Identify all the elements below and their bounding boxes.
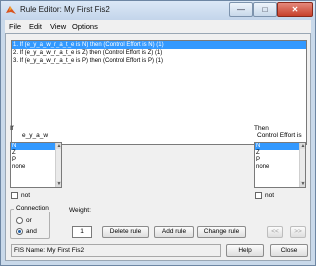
if-list-scrollbar[interactable]: ▲ ▼ bbox=[55, 143, 61, 187]
weight-input[interactable]: 1 bbox=[72, 226, 92, 238]
rule-editor-panel: 1. If (e_y_a_w_r_a_t_e is N) then (Contr… bbox=[5, 33, 311, 261]
then-not-label: not bbox=[265, 192, 275, 199]
then-membership-list[interactable]: N Z P none ▲ ▼ bbox=[254, 142, 306, 188]
menu-options[interactable]: Options bbox=[72, 22, 98, 31]
next-rule-button[interactable]: >> bbox=[290, 226, 306, 238]
rule-item[interactable]: 3. If (e_y_a_w_r_a_t_e is P) then (Contr… bbox=[12, 57, 306, 65]
then-option-p[interactable]: P bbox=[255, 157, 305, 164]
window-title: Rule Editor: My First Fis2 bbox=[20, 5, 110, 14]
or-radio[interactable] bbox=[16, 217, 23, 224]
scroll-up-icon[interactable]: ▲ bbox=[300, 143, 305, 149]
menu-edit[interactable]: Edit bbox=[29, 22, 42, 31]
if-option-none[interactable]: none bbox=[11, 164, 61, 171]
add-rule-button[interactable]: Add rule bbox=[154, 226, 194, 238]
then-option-none[interactable]: none bbox=[255, 164, 305, 171]
if-membership-list[interactable]: N Z P none ▲ ▼ bbox=[10, 142, 62, 188]
if-variable-label: e_y_a_w bbox=[22, 132, 49, 139]
minimize-button[interactable]: — bbox=[229, 2, 253, 17]
change-rule-button[interactable]: Change rule bbox=[197, 226, 246, 238]
help-button[interactable]: Help bbox=[226, 244, 264, 257]
weight-label: Weight: bbox=[69, 207, 91, 214]
scroll-down-icon[interactable]: ▼ bbox=[56, 181, 61, 187]
scroll-up-icon[interactable]: ▲ bbox=[56, 143, 61, 149]
menu-file[interactable]: File bbox=[9, 22, 21, 31]
close-window-button[interactable]: ✕ bbox=[277, 2, 313, 17]
if-label: If bbox=[10, 125, 14, 132]
maximize-icon: □ bbox=[262, 5, 268, 14]
connection-title: Connection bbox=[14, 205, 51, 212]
then-label: Then bbox=[254, 125, 269, 132]
then-not-checkbox[interactable] bbox=[255, 192, 262, 199]
matlab-app-icon bbox=[6, 6, 16, 14]
and-label: and bbox=[26, 228, 37, 235]
if-option-n[interactable]: N bbox=[11, 143, 61, 150]
then-option-z[interactable]: Z bbox=[255, 150, 305, 157]
connection-group: Connection or and bbox=[10, 205, 51, 239]
then-list-scrollbar[interactable]: ▲ ▼ bbox=[299, 143, 305, 187]
close-button[interactable]: Close bbox=[270, 244, 308, 257]
if-not-checkbox[interactable] bbox=[11, 192, 18, 199]
maximize-button[interactable]: □ bbox=[253, 2, 277, 17]
menu-view[interactable]: View bbox=[50, 22, 66, 31]
or-label: or bbox=[26, 217, 32, 224]
scroll-down-icon[interactable]: ▼ bbox=[300, 181, 305, 187]
previous-rule-button[interactable]: << bbox=[267, 226, 283, 238]
fis-name-status: FIS Name: My First Fis2 bbox=[11, 244, 221, 257]
if-option-z[interactable]: Z bbox=[11, 150, 61, 157]
if-option-p[interactable]: P bbox=[11, 157, 61, 164]
close-icon: ✕ bbox=[291, 5, 299, 14]
rule-editor-window: Rule Editor: My First Fis2 — □ ✕ File Ed… bbox=[0, 0, 316, 266]
then-option-n[interactable]: N bbox=[255, 143, 305, 150]
menu-bar: File Edit View Options bbox=[5, 20, 311, 33]
if-not-label: not bbox=[21, 192, 31, 199]
rule-item[interactable]: 2. If (e_y_a_w_r_a_t_e is Z) then (Contr… bbox=[12, 49, 306, 57]
title-bar[interactable]: Rule Editor: My First Fis2 — □ ✕ bbox=[1, 1, 315, 20]
and-radio[interactable] bbox=[16, 228, 23, 235]
then-variable-label: Control Effort is bbox=[257, 132, 302, 139]
delete-rule-button[interactable]: Delete rule bbox=[102, 226, 149, 238]
rule-item[interactable]: 1. If (e_y_a_w_r_a_t_e is N) then (Contr… bbox=[12, 41, 306, 49]
minimize-icon: — bbox=[237, 5, 245, 14]
